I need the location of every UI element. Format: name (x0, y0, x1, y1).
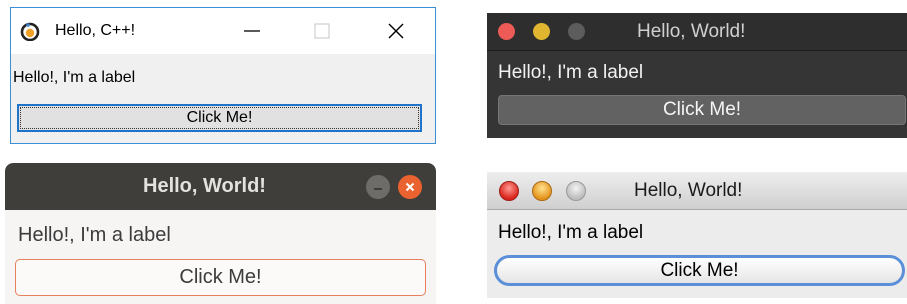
window-title: Hello, World! (143, 175, 266, 197)
button-label: Click Me! (662, 99, 742, 120)
minimize-icon (244, 30, 260, 32)
macos-aqua-window: Hello, World! Hello!, I'm a label Click … (487, 172, 907, 298)
button-label: Click Me! (186, 109, 253, 126)
title-bar[interactable]: Hello, World! (487, 172, 907, 210)
window-title: Hello, World! (637, 21, 746, 42)
close-dot-icon[interactable] (498, 23, 515, 40)
minimize-dot-icon[interactable] (533, 23, 550, 40)
close-button[interactable] (373, 8, 419, 54)
minimize-dot-icon[interactable] (532, 181, 552, 201)
click-me-button[interactable]: Click Me! (15, 259, 426, 296)
hello-label: Hello!, I'm a label (498, 62, 644, 83)
hello-label: Hello!, I'm a label (18, 224, 171, 246)
click-me-button[interactable]: Click Me! (494, 255, 905, 286)
zoom-dot-icon[interactable] (568, 23, 585, 40)
close-icon (388, 23, 404, 39)
zoom-dot-icon[interactable] (566, 181, 586, 201)
windows-window: Hello, C++! Hello!, I'm a label Click Me… (10, 7, 436, 144)
button-label: Click Me! (179, 266, 262, 288)
ubuntu-window: Hello, World! Hello!, I'm a label Click … (5, 163, 436, 304)
button-label: Click Me! (660, 259, 739, 281)
hello-label: Hello!, I'm a label (13, 69, 136, 86)
title-bar[interactable]: Hello, World! (5, 163, 436, 210)
macos-dark-window: Hello, World! Hello!, I'm a label Click … (487, 13, 907, 138)
close-button[interactable] (398, 175, 422, 199)
title-bar[interactable]: Hello, World! (487, 13, 907, 51)
qt-logo-icon (20, 21, 40, 42)
close-dot-icon[interactable] (499, 181, 519, 201)
maximize-button[interactable] (299, 8, 345, 54)
hello-label: Hello!, I'm a label (498, 222, 644, 243)
close-icon (405, 182, 415, 192)
click-me-button[interactable]: Click Me! (17, 104, 422, 132)
click-me-button[interactable]: Click Me! (498, 95, 906, 125)
minimize-icon (374, 188, 382, 190)
window-title: Hello, C++! (55, 22, 136, 39)
minimize-button[interactable] (229, 8, 275, 54)
minimize-button[interactable] (366, 175, 390, 199)
window-title: Hello, World! (634, 180, 743, 201)
maximize-icon (314, 23, 330, 39)
title-bar[interactable]: Hello, C++! (11, 8, 435, 54)
